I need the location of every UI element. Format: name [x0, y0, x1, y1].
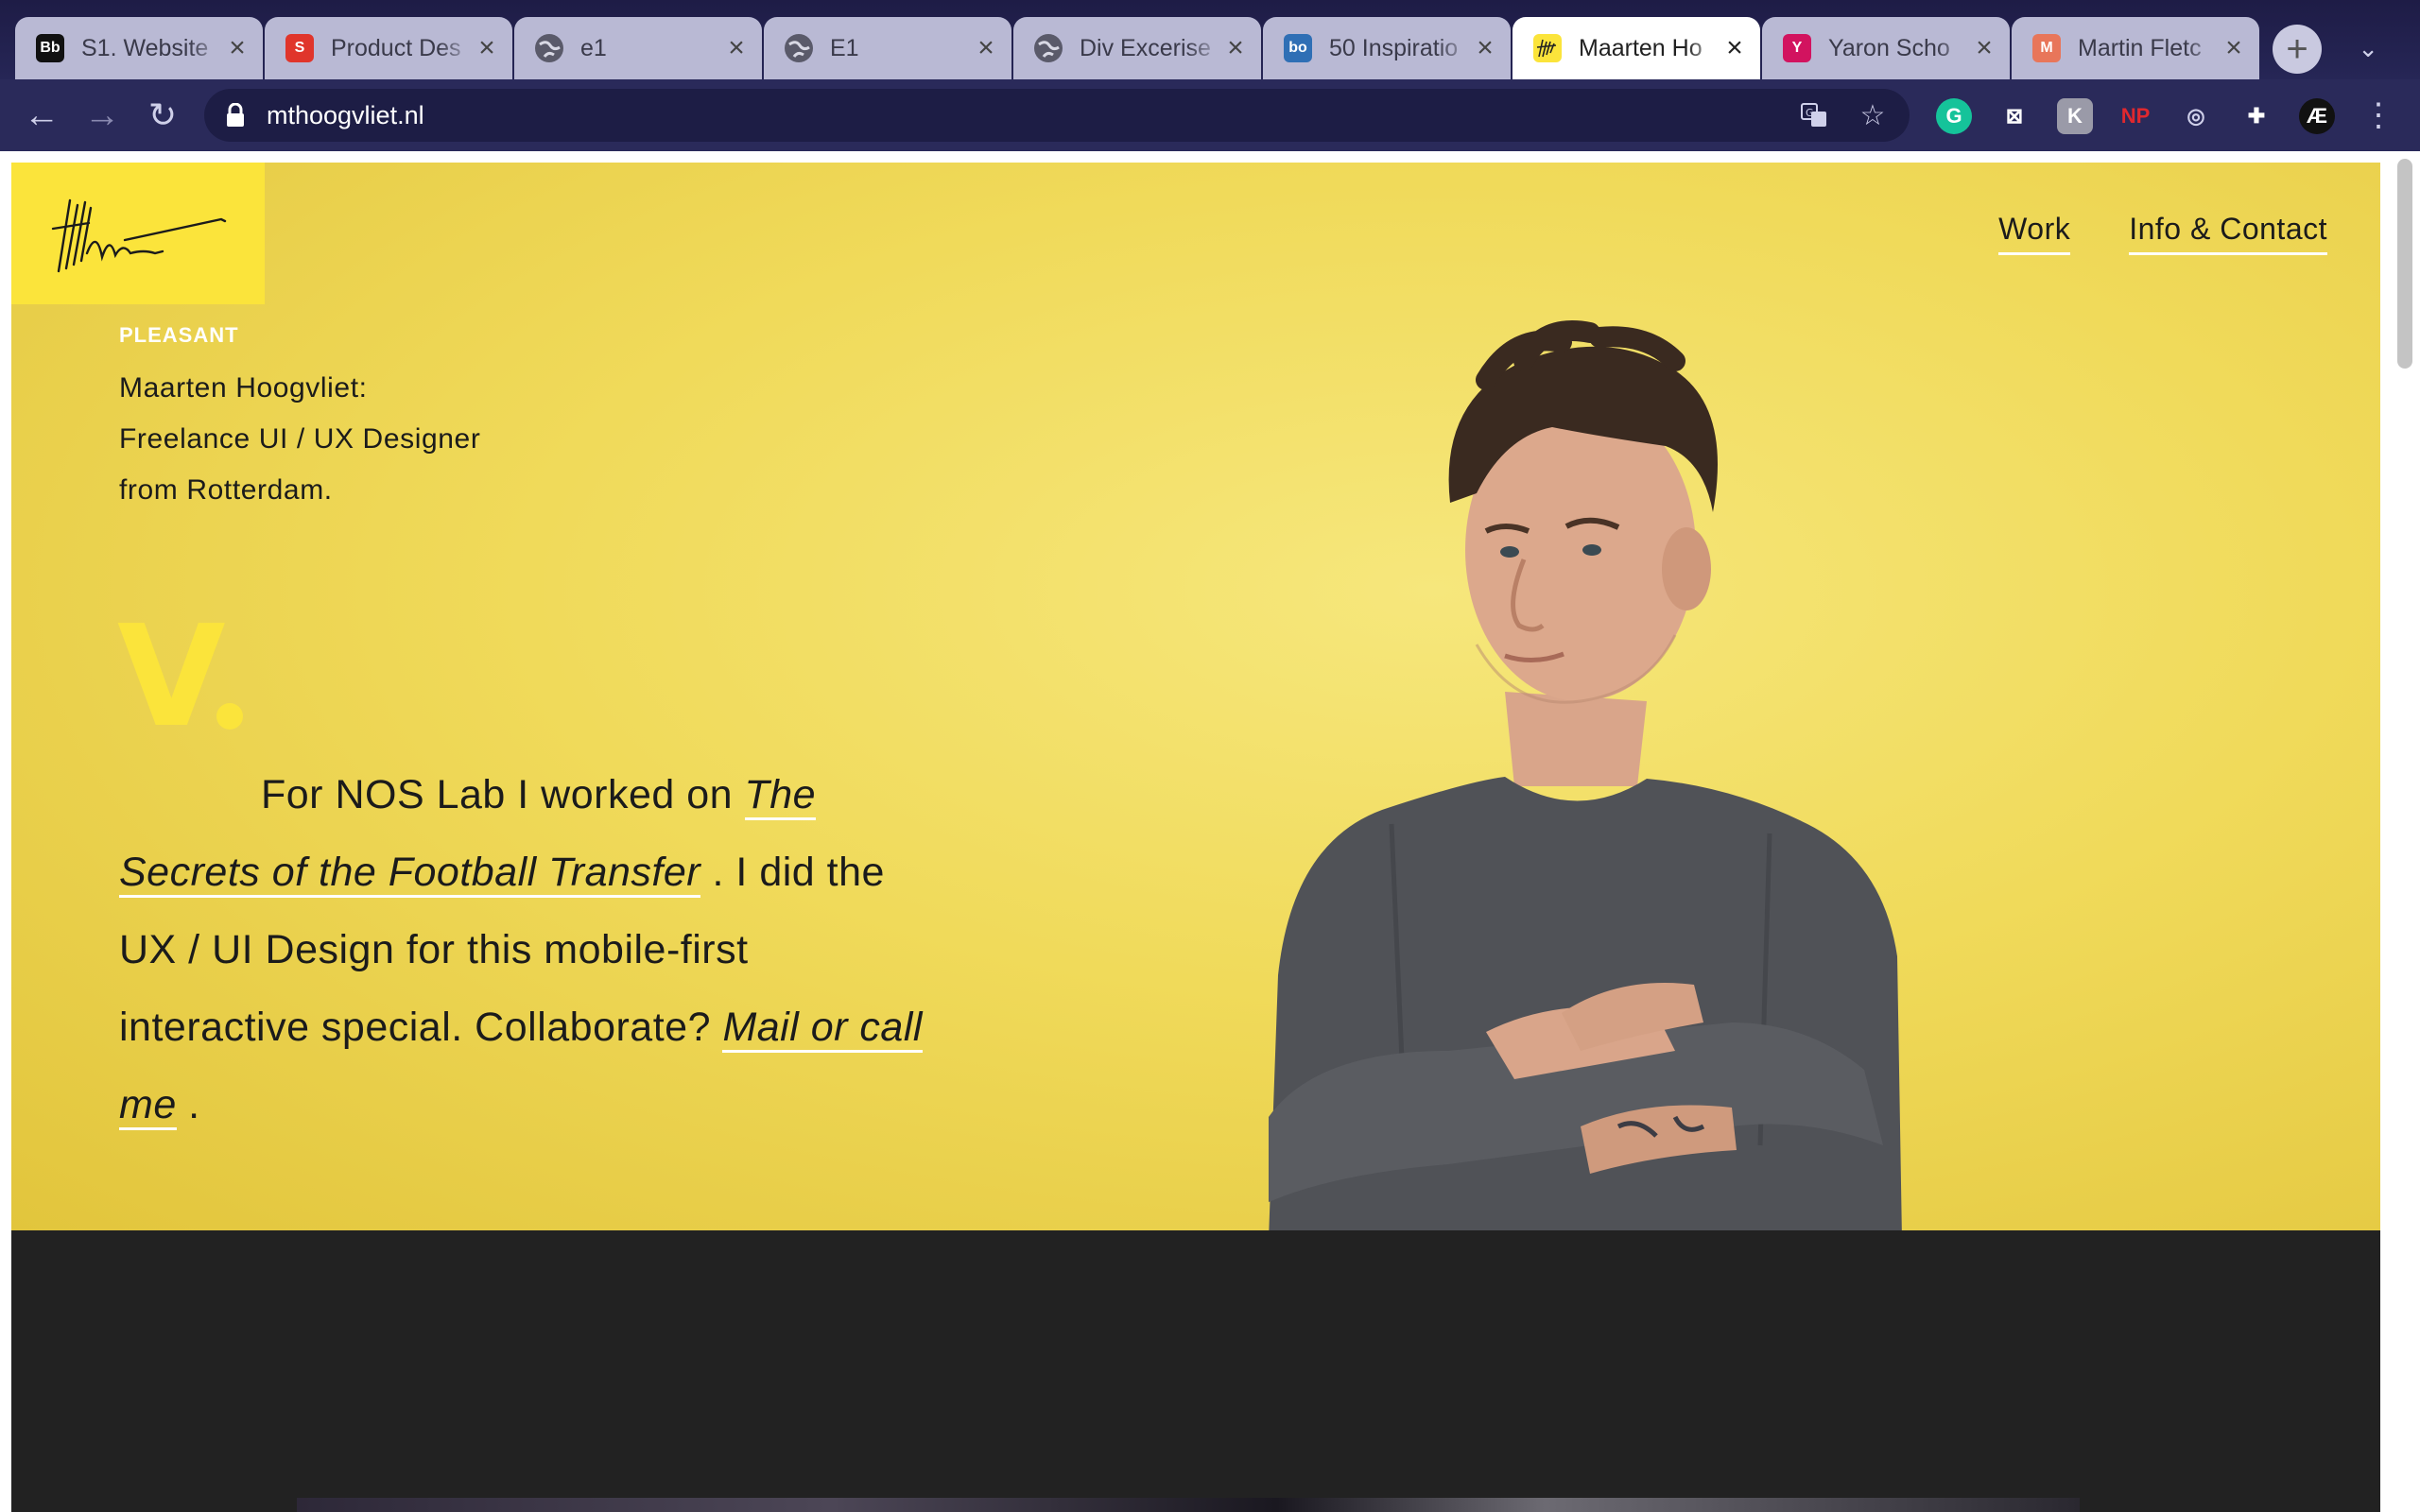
menu-icon[interactable]: ⋮ [2356, 93, 2401, 138]
globe-icon [535, 34, 563, 62]
tab-strip: Bb S1. Website × S Product Des × e1 × E1 × Div Exc… [0, 0, 2420, 79]
intro-text: Maarten Hoogvliet: Freelance UI / UX Des… [119, 363, 480, 516]
dark-section [11, 1230, 2380, 1512]
close-icon[interactable]: × [225, 32, 250, 64]
browser-tab[interactable]: e1 × [514, 17, 762, 79]
close-icon[interactable]: × [1972, 32, 1996, 64]
page-viewport: Work Info & Contact PLEASANT Maarten Hoo… [0, 151, 2420, 1512]
globe-icon [1034, 34, 1063, 62]
eyebrow-label: PLEASANT [119, 323, 239, 347]
y-logo-icon: Y [1783, 34, 1811, 62]
browser-tab[interactable]: S Product Des × [265, 17, 512, 79]
story-prefix: For NOS Lab I worked on [261, 772, 745, 817]
project-image-preview [297, 1498, 2080, 1512]
blackboard-icon: Bb [36, 34, 64, 62]
close-icon[interactable]: × [475, 32, 499, 64]
bookmark-ext-icon[interactable]: ⊠ [1996, 98, 2032, 134]
tab-title[interactable]: e1 [580, 35, 724, 62]
np-ext-icon[interactable]: NP [2118, 98, 2153, 134]
profile-icon[interactable]: Æ [2299, 98, 2335, 134]
svg-text:G: G [1806, 107, 1814, 119]
grammarly-icon[interactable]: G [1936, 98, 1972, 134]
browser-tab[interactable]: Y Yaron Scho × [1762, 17, 2010, 79]
close-icon[interactable]: × [1722, 32, 1747, 64]
close-icon[interactable]: × [974, 32, 998, 64]
close-icon[interactable]: × [1223, 32, 1248, 64]
reload-icon[interactable]: ↻ [140, 93, 185, 138]
signature-icon [51, 198, 227, 273]
url-text[interactable]: mthoogvliet.nl [267, 101, 1792, 130]
close-icon[interactable]: × [724, 32, 749, 64]
intro-line: from Rotterdam. [119, 474, 333, 506]
back-icon[interactable]: ← [19, 93, 64, 138]
browser-tab[interactable]: Div Excerise × [1013, 17, 1261, 79]
tab-title[interactable]: Maarten Ho [1579, 35, 1722, 62]
s-logo-icon: S [285, 34, 314, 62]
tab-search-icon[interactable]: ⌄ [2358, 34, 2378, 63]
site-logo[interactable] [11, 163, 265, 304]
drop-cap-dot [216, 703, 243, 730]
intro-line: Freelance UI / UX Designer [119, 423, 481, 455]
close-icon[interactable]: × [2221, 32, 2246, 64]
bo-icon: bo [1284, 34, 1312, 62]
new-tab-button[interactable]: + [2273, 25, 2322, 74]
globe-icon [785, 34, 813, 62]
shield-ext-icon[interactable]: ◎ [2178, 98, 2214, 134]
story-suffix: . [176, 1082, 200, 1127]
browser-tab[interactable]: bo 50 Inspiratio × [1263, 17, 1511, 79]
browser-tab[interactable]: Bb S1. Website × [15, 17, 263, 79]
page-scrollbar[interactable] [2392, 153, 2420, 1512]
k-ext-icon[interactable]: K [2057, 98, 2093, 134]
intro-line: Maarten Hoogvliet: [119, 372, 368, 404]
portrait-photo [1269, 320, 1902, 1230]
tab-title[interactable]: Div Excerise [1080, 35, 1223, 62]
hero-section: Work Info & Contact PLEASANT Maarten Hoo… [11, 163, 2380, 1230]
scrollbar-thumb[interactable] [2397, 159, 2412, 369]
drop-cap: V [117, 595, 226, 758]
browser-tab[interactable]: M Martin Fletc × [2012, 17, 2259, 79]
nav-work-link[interactable]: Work [1998, 212, 2071, 255]
star-icon[interactable]: ☆ [1851, 94, 1894, 137]
tab-title[interactable]: S1. Website [81, 35, 225, 62]
browser-toolbar: ← → ↻ mthoogvliet.nl G ☆ G ⊠ K NP ◎ ✚ Æ ⋮ [0, 79, 2420, 151]
puzzle-icon[interactable]: ✚ [2238, 98, 2274, 134]
lock-icon[interactable] [225, 102, 246, 128]
site-nav: Work Info & Contact [1998, 212, 2327, 255]
m-logo-icon: M [2032, 34, 2061, 62]
tab-title[interactable]: Product Des [331, 35, 475, 62]
translate-icon[interactable]: G [1792, 94, 1836, 137]
nav-contact-link[interactable]: Info & Contact [2129, 212, 2327, 255]
story-paragraph: For NOS Lab I worked on The Secrets of t… [119, 756, 932, 1143]
browser-tab[interactable]: Maarten Ho × [1512, 17, 1760, 79]
browser-tab[interactable]: E1 × [764, 17, 1011, 79]
close-icon[interactable]: × [1473, 32, 1497, 64]
tab-title[interactable]: Martin Fletc [2078, 35, 2221, 62]
address-bar[interactable]: mthoogvliet.nl G ☆ [204, 89, 1910, 142]
signature-icon [1533, 34, 1562, 62]
tab-title[interactable]: Yaron Scho [1828, 35, 1972, 62]
forward-icon[interactable]: → [79, 93, 125, 138]
tab-title[interactable]: E1 [830, 35, 974, 62]
tab-title[interactable]: 50 Inspiratio [1329, 35, 1473, 62]
